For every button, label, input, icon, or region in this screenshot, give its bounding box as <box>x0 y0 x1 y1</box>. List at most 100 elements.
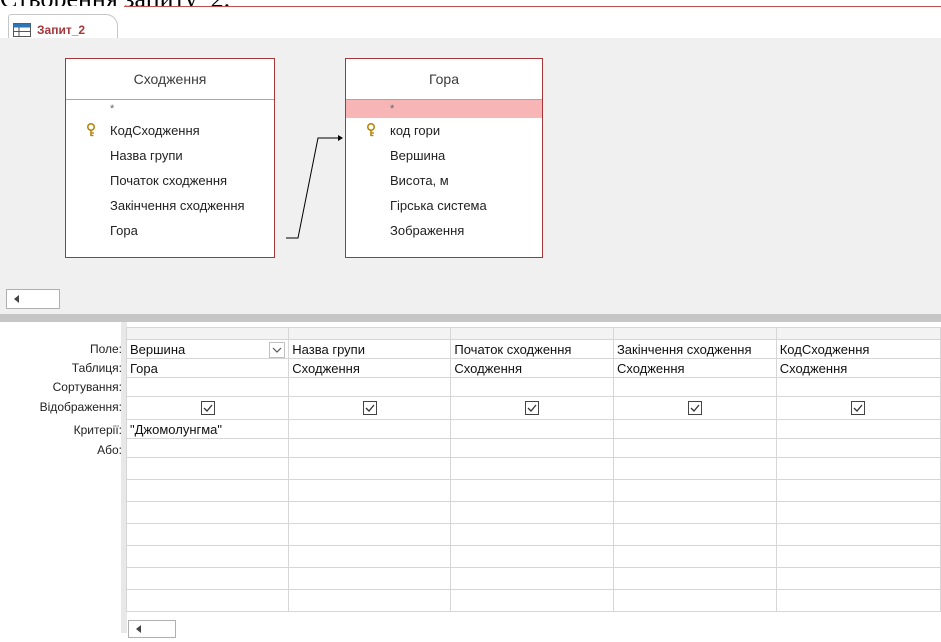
grid-cell-sort[interactable] <box>288 377 452 397</box>
grid-cell-empty[interactable] <box>125 567 290 590</box>
show-checkbox[interactable] <box>362 401 377 415</box>
show-checkbox-cell[interactable] <box>288 396 452 420</box>
show-checkbox-cell[interactable] <box>450 396 614 420</box>
grid-cell-criteria[interactable]: "Джомолунгма" <box>125 419 290 439</box>
grid-cell-empty[interactable] <box>288 545 452 568</box>
grid-cell-empty[interactable] <box>125 589 290 612</box>
grid-horizontal-scrollbar[interactable] <box>128 620 176 638</box>
grid-cell-table[interactable]: Сходження <box>612 358 777 378</box>
grid-cell-empty[interactable] <box>288 479 452 502</box>
grid-cell-criteria[interactable] <box>288 419 452 439</box>
grid-cell-table[interactable]: Сходження <box>775 358 941 378</box>
grid-cell-sort[interactable] <box>612 377 777 397</box>
grid-cell-empty[interactable] <box>450 479 614 502</box>
show-checkbox-cell[interactable] <box>125 396 290 420</box>
grid-cell-empty[interactable] <box>612 545 777 568</box>
grid-cell-empty[interactable] <box>288 501 452 524</box>
grid-cell-empty[interactable] <box>125 457 290 480</box>
grid-cell-field[interactable]: Закінчення сходження <box>612 339 777 359</box>
tab-bar-accent <box>124 6 941 7</box>
grid-cell-empty[interactable] <box>775 545 941 568</box>
grid-cell-empty[interactable] <box>450 501 614 524</box>
grid-cell-criteria[interactable] <box>612 419 777 439</box>
grid-cell-empty[interactable] <box>288 589 452 612</box>
grid-cell-field[interactable]: Вершина <box>125 339 290 359</box>
field-item[interactable]: Гірська система <box>346 193 542 218</box>
field-item[interactable]: Закінчення сходження <box>66 193 274 218</box>
table-skhodzhennya[interactable]: Сходження * КодСходження Назва групи Почато… <box>65 58 275 258</box>
grid-cell-empty[interactable] <box>612 589 777 612</box>
grid-cell-empty[interactable] <box>125 479 290 502</box>
field-item[interactable]: Зображення <box>346 218 542 243</box>
field-all-columns[interactable]: * <box>346 100 542 118</box>
grid-cell-empty[interactable] <box>775 501 941 524</box>
grid-cell-or[interactable] <box>125 438 290 458</box>
grid-cell-empty[interactable] <box>612 523 777 546</box>
grid-cell-empty[interactable] <box>450 567 614 590</box>
grid-cell-empty[interactable] <box>450 457 614 480</box>
grid-cell-or[interactable] <box>612 438 777 458</box>
show-checkbox[interactable] <box>525 401 540 415</box>
grid-cell-empty[interactable] <box>288 457 452 480</box>
table-title: Гора <box>346 59 542 100</box>
field-item[interactable]: Висота, м <box>346 168 542 193</box>
grid-cell-field[interactable]: Початок сходження <box>450 339 614 359</box>
column-selector[interactable] <box>775 327 941 340</box>
grid-cell-empty[interactable] <box>288 523 452 546</box>
show-checkbox[interactable] <box>687 401 702 415</box>
field-item[interactable]: Вершина <box>346 143 542 168</box>
show-checkbox[interactable] <box>851 401 866 415</box>
grid-cell-or[interactable] <box>288 438 452 458</box>
field-item[interactable]: КодСходження <box>66 118 274 143</box>
primary-key-icon <box>86 122 96 137</box>
grid-cell-empty[interactable] <box>612 501 777 524</box>
grid-cell-or[interactable] <box>775 438 941 458</box>
grid-cell-or[interactable] <box>450 438 614 458</box>
pane-splitter[interactable] <box>0 314 941 322</box>
field-all-columns[interactable]: * <box>66 100 274 118</box>
show-checkbox[interactable] <box>200 401 215 415</box>
grid-cell-sort[interactable] <box>125 377 290 397</box>
chevron-down-icon[interactable] <box>269 342 286 358</box>
grid-cell-sort[interactable] <box>775 377 941 397</box>
grid-cell-table[interactable]: Сходження <box>288 358 452 378</box>
field-item[interactable]: код гори <box>346 118 542 143</box>
grid-cell-field[interactable]: Назва групи <box>288 339 452 359</box>
grid-cell-empty[interactable] <box>125 545 290 568</box>
grid-cell-empty[interactable] <box>450 545 614 568</box>
field-item[interactable]: Гора <box>66 218 274 243</box>
grid-cell-sort[interactable] <box>450 377 614 397</box>
grid-cell-empty[interactable] <box>612 457 777 480</box>
column-selector[interactable] <box>125 327 290 340</box>
table-hora[interactable]: Гора * код гори Вершина Висота, м Гірська си… <box>345 58 543 258</box>
grid-cell-empty[interactable] <box>775 479 941 502</box>
grid-cell-field[interactable]: КодСходження <box>775 339 941 359</box>
grid-cell-empty[interactable] <box>775 523 941 546</box>
column-selector[interactable] <box>288 327 452 340</box>
grid-cell-empty[interactable] <box>125 501 290 524</box>
grid-cell-criteria[interactable] <box>450 419 614 439</box>
grid-cell-table[interactable]: Сходження <box>450 358 614 378</box>
grid-cell-empty[interactable] <box>288 567 452 590</box>
grid-row <box>125 567 941 590</box>
grid-cell-empty[interactable] <box>775 567 941 590</box>
grid-cell-empty[interactable] <box>775 589 941 612</box>
grid-cell-empty[interactable] <box>125 523 290 546</box>
grid-cell-empty[interactable] <box>612 479 777 502</box>
grid-cell-empty[interactable] <box>775 457 941 480</box>
field-item[interactable]: Назва групи <box>66 143 274 168</box>
grid-cell-empty[interactable] <box>612 567 777 590</box>
grid-cell-table[interactable]: Гора <box>125 358 290 378</box>
show-checkbox-cell[interactable] <box>775 396 941 420</box>
grid-cell-criteria[interactable] <box>775 419 941 439</box>
column-selector[interactable] <box>612 327 777 340</box>
show-checkbox-cell[interactable] <box>612 396 777 420</box>
grid-cell-empty[interactable] <box>450 523 614 546</box>
query-icon <box>13 22 31 37</box>
horizontal-scrollbar[interactable] <box>6 289 60 309</box>
field-item[interactable]: Початок сходження <box>66 168 274 193</box>
scroll-left-icon <box>136 625 141 633</box>
column-selector[interactable] <box>450 327 614 340</box>
grid-cell-empty[interactable] <box>450 589 614 612</box>
field-label: Назва групи <box>110 148 183 163</box>
